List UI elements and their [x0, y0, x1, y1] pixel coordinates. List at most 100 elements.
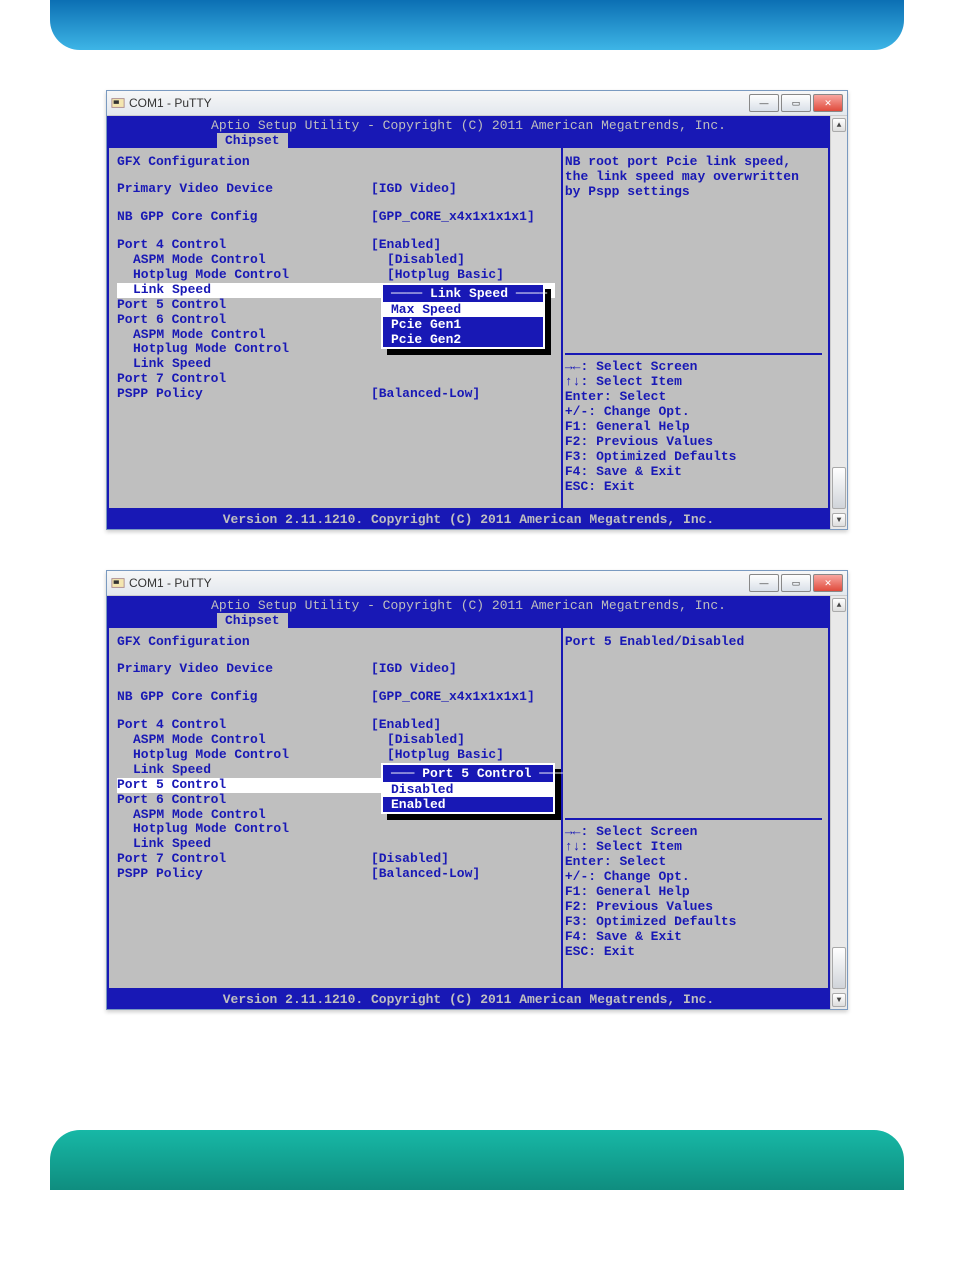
scroll-thumb[interactable]	[832, 467, 846, 509]
row-label: Link Speed	[117, 763, 387, 778]
close-button[interactable]: ✕	[813, 574, 843, 592]
row-value: [Disabled]	[371, 852, 555, 867]
bios-row[interactable]: Hotplug Mode Control[Hotplug Basic]	[117, 268, 555, 283]
row-label: ASPM Mode Control	[117, 328, 387, 343]
maximize-button[interactable]: ▭	[781, 574, 811, 592]
row-label: Port 6 Control	[117, 313, 371, 328]
key-hint: F1: General Help	[565, 419, 822, 434]
titlebar[interactable]: COM1 - PuTTY — ▭ ✕	[107, 571, 847, 596]
putty-window-2: COM1 - PuTTY — ▭ ✕ Aptio Setup Utility -…	[106, 570, 848, 1010]
row-label: Primary Video Device	[117, 182, 371, 197]
bios-row[interactable]: Port 4 Control[Enabled]	[117, 718, 555, 733]
bios-row[interactable]: Port 4 Control[Enabled]	[117, 238, 555, 253]
key-hint: F3: Optimized Defaults	[565, 914, 822, 929]
bios-row[interactable]: Link Speed	[117, 357, 555, 372]
bios-row[interactable]: NB GPP Core Config[GPP_CORE_x4x1x1x1x1]	[117, 210, 555, 225]
scroll-up-icon[interactable]: ▲	[832, 118, 846, 132]
row-label: Hotplug Mode Control	[117, 268, 387, 283]
key-hint: ESC: Exit	[565, 479, 822, 494]
row-label: Port 4 Control	[117, 238, 371, 253]
bios-header: Aptio Setup Utility - Copyright (C) 2011…	[107, 116, 830, 148]
row-label: NB GPP Core Config	[117, 210, 371, 225]
window-title: COM1 - PuTTY	[129, 576, 212, 590]
row-value: [Enabled]	[371, 238, 555, 253]
bios-row[interactable]: ASPM Mode Control[Disabled]	[117, 253, 555, 268]
key-hint: F3: Optimized Defaults	[565, 449, 822, 464]
row-value: [IGD Video]	[371, 662, 555, 677]
key-hint: Enter: Select	[565, 389, 822, 404]
key-hint: F4: Save & Exit	[565, 929, 822, 944]
scroll-up-icon[interactable]: ▲	[832, 598, 846, 612]
row-label: Link Speed	[117, 837, 387, 852]
section-title: GFX Configuration	[117, 634, 555, 649]
row-label: ASPM Mode Control	[117, 808, 387, 823]
close-button[interactable]: ✕	[813, 94, 843, 112]
scroll-down-icon[interactable]: ▼	[832, 993, 846, 1007]
help-divider	[565, 353, 822, 355]
key-hint: +/-: Change Opt.	[565, 869, 822, 884]
scrollbar[interactable]: ▲ ▼	[830, 596, 847, 1009]
row-label: Port 7 Control	[117, 852, 371, 867]
bios-header: Aptio Setup Utility - Copyright (C) 2011…	[107, 596, 830, 628]
bios-row[interactable]: Primary Video Device[IGD Video]	[117, 662, 555, 677]
window-buttons: — ▭ ✕	[749, 94, 843, 112]
bios-row[interactable]: Port 7 Control	[117, 372, 555, 387]
scroll-thumb[interactable]	[832, 947, 846, 989]
row-value: [Enabled]	[371, 718, 555, 733]
bios-footer: Version 2.11.1210. Copyright (C) 2011 Am…	[107, 990, 830, 1009]
row-label: Primary Video Device	[117, 662, 371, 677]
scroll-down-icon[interactable]: ▼	[832, 513, 846, 527]
row-label: ASPM Mode Control	[117, 253, 387, 268]
putty-icon	[111, 96, 125, 110]
bios-row[interactable]: Primary Video Device[IGD Video]	[117, 182, 555, 197]
row-label: Hotplug Mode Control	[117, 342, 387, 357]
popup-title: ──── Link Speed ────	[383, 285, 543, 302]
terminal-body[interactable]: Aptio Setup Utility - Copyright (C) 2011…	[107, 116, 830, 529]
row-value: [Disabled]	[387, 253, 555, 268]
bios-row[interactable]: Hotplug Mode Control	[117, 822, 555, 837]
bios-row[interactable]: NB GPP Core Config[GPP_CORE_x4x1x1x1x1]	[117, 690, 555, 705]
tab-chipset[interactable]: Chipset	[217, 133, 288, 148]
popup-option[interactable]: Max Speed	[383, 302, 543, 317]
titlebar[interactable]: COM1 - PuTTY — ▭ ✕	[107, 91, 847, 116]
popup-port5-control[interactable]: ─── Port 5 Control ─── DisabledEnabled	[381, 763, 555, 814]
row-label: PSPP Policy	[117, 387, 371, 402]
help-text: NB root port Pcie link speed, the link s…	[565, 154, 822, 199]
row-value: [Balanced-Low]	[371, 867, 555, 882]
key-hint: →←: Select Screen	[565, 359, 822, 374]
terminal-body[interactable]: Aptio Setup Utility - Copyright (C) 2011…	[107, 596, 830, 1009]
row-label: Port 7 Control	[117, 372, 371, 387]
bios-left-pane: GFX Configuration Primary Video Device[I…	[109, 148, 561, 508]
help-divider	[565, 818, 822, 820]
key-hint: ↑↓: Select Item	[565, 374, 822, 389]
bios-row[interactable]: Link Speed	[117, 837, 555, 852]
popup-option[interactable]: Pcie Gen2	[383, 332, 543, 347]
row-value: [Hotplug Basic]	[387, 268, 555, 283]
bios-row[interactable]: Hotplug Mode Control[Hotplug Basic]	[117, 748, 555, 763]
popup-option[interactable]: Enabled	[383, 797, 553, 812]
bios-row[interactable]: Port 7 Control[Disabled]	[117, 852, 555, 867]
row-label: Port 5 Control	[117, 778, 371, 793]
popup-option[interactable]: Disabled	[383, 782, 553, 797]
bios-left-pane: GFX Configuration Primary Video Device[I…	[109, 628, 561, 988]
bios-row[interactable]: PSPP Policy[Balanced-Low]	[117, 867, 555, 882]
key-hint: →←: Select Screen	[565, 824, 822, 839]
scrollbar[interactable]: ▲ ▼	[830, 116, 847, 529]
maximize-button[interactable]: ▭	[781, 94, 811, 112]
bios-row[interactable]: PSPP Policy[Balanced-Low]	[117, 387, 555, 402]
key-hint: F2: Previous Values	[565, 434, 822, 449]
minimize-button[interactable]: —	[749, 94, 779, 112]
row-value	[387, 357, 555, 372]
minimize-button[interactable]: —	[749, 574, 779, 592]
row-label: PSPP Policy	[117, 867, 371, 882]
row-label: ASPM Mode Control	[117, 733, 387, 748]
row-value: [GPP_CORE_x4x1x1x1x1]	[371, 690, 555, 705]
key-hint: ↑↓: Select Item	[565, 839, 822, 854]
row-label: Hotplug Mode Control	[117, 748, 387, 763]
popup-link-speed[interactable]: ──── Link Speed ──── Max SpeedPcie Gen1P…	[381, 283, 545, 349]
row-label: Hotplug Mode Control	[117, 822, 387, 837]
popup-option[interactable]: Pcie Gen1	[383, 317, 543, 332]
row-label: Port 5 Control	[117, 298, 371, 313]
bios-row[interactable]: ASPM Mode Control[Disabled]	[117, 733, 555, 748]
tab-chipset[interactable]: Chipset	[217, 613, 288, 628]
